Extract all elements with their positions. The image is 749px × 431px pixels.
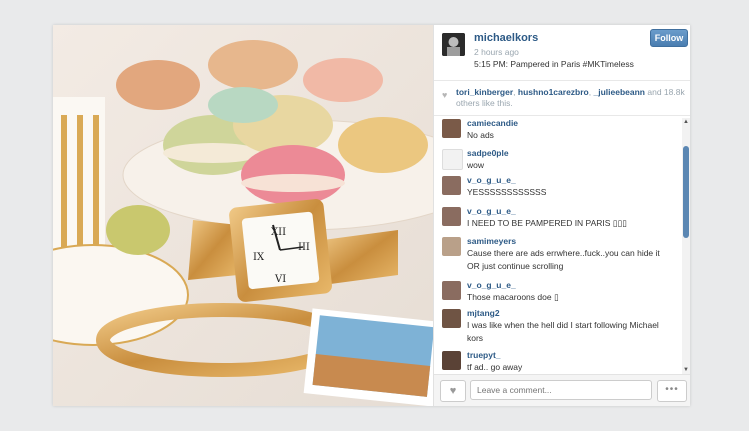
commenter-avatar[interactable] bbox=[442, 351, 461, 370]
commenter-avatar[interactable] bbox=[442, 207, 461, 226]
comments-list[interactable]: camiecandie No ads sadpe0ple wow v_o_g_u… bbox=[434, 116, 682, 374]
commenter-avatar[interactable] bbox=[442, 149, 463, 170]
comment-text: I NEED TO BE PAMPERED IN PARIS ▯▯▯ bbox=[467, 218, 627, 228]
comment-username[interactable]: samimeyers bbox=[467, 236, 516, 246]
comment-username[interactable]: v_o_g_u_e_ bbox=[467, 280, 516, 290]
like-button[interactable]: ♥ bbox=[440, 380, 466, 402]
scrollbar-thumb[interactable] bbox=[683, 146, 689, 238]
scroll-up-icon[interactable]: ▲ bbox=[682, 118, 690, 126]
comment-input[interactable] bbox=[470, 380, 652, 400]
owner-avatar[interactable] bbox=[442, 33, 465, 56]
liker-link[interactable]: _julieebeann bbox=[593, 87, 645, 97]
scroll-down-icon[interactable]: ▼ bbox=[682, 366, 690, 374]
comment-footer: ♥ ••• bbox=[434, 374, 690, 406]
commenter-avatar[interactable] bbox=[442, 237, 461, 256]
more-options-button[interactable]: ••• bbox=[657, 380, 687, 402]
watch-macarons-photo: IX III XII VI bbox=[53, 25, 433, 406]
owner-avatar-image bbox=[442, 33, 465, 56]
comments-scrollbar[interactable]: ▲ ▼ bbox=[682, 118, 690, 374]
likes-suffix: others like this. bbox=[456, 98, 513, 108]
heart-icon: ♥ bbox=[449, 385, 457, 397]
commenter-avatar[interactable] bbox=[442, 281, 461, 300]
likes-summary: ♥ tori_kinberger, hushno1carezbro, _juli… bbox=[434, 80, 690, 116]
more-options-icon: ••• bbox=[665, 384, 679, 395]
post-timestamp: 2 hours ago bbox=[474, 47, 519, 57]
follow-button[interactable]: Follow bbox=[650, 29, 688, 47]
comment-text: tf ad.. go away bbox=[467, 362, 523, 372]
liker-link[interactable]: hushno1carezbro bbox=[518, 87, 589, 97]
svg-text:IX: IX bbox=[253, 252, 265, 263]
comment-text: wow bbox=[467, 160, 485, 170]
comment-username[interactable]: sadpe0ple bbox=[467, 148, 509, 158]
post-sidebar: michaelkors 2 hours ago 5:15 PM: Pampere… bbox=[433, 25, 690, 406]
likers-text: tori_kinberger, hushno1carezbro, _juliee… bbox=[456, 87, 685, 108]
commenter-avatar[interactable] bbox=[442, 176, 461, 195]
commenter-avatar[interactable] bbox=[442, 119, 461, 138]
comment-text: Cause there are ads errwhere..fuck..you … bbox=[467, 248, 660, 271]
comment-username[interactable]: mjtang2 bbox=[467, 308, 500, 318]
comment-username[interactable]: v_o_g_u_e_ bbox=[467, 206, 516, 216]
likes-count[interactable]: and 18.8k bbox=[647, 87, 684, 97]
post-card: IX III XII VI michaelkors 2 hours ago 5:… bbox=[53, 25, 690, 406]
comment-text: YESSSSSSSSSSSS bbox=[467, 187, 547, 197]
comment-username[interactable]: truepyt_ bbox=[467, 350, 501, 360]
comment-text: No ads bbox=[467, 130, 494, 140]
svg-text:III: III bbox=[298, 242, 310, 253]
heart-icon: ♥ bbox=[442, 90, 448, 100]
liker-link[interactable]: tori_kinberger bbox=[456, 87, 513, 97]
comment-text: Those macaroons doe ▯ bbox=[467, 292, 559, 302]
post-header: michaelkors 2 hours ago 5:15 PM: Pampere… bbox=[434, 25, 690, 77]
comment-username[interactable]: camiecandie bbox=[467, 118, 518, 128]
owner-username[interactable]: michaelkors bbox=[474, 32, 538, 44]
svg-text:VI: VI bbox=[274, 274, 286, 285]
svg-text:XII: XII bbox=[271, 227, 286, 238]
post-caption: 5:15 PM: Pampered in Paris #MKTimeless bbox=[474, 59, 634, 69]
comment-text: I was like when the hell did I start fol… bbox=[467, 320, 659, 343]
post-photo[interactable]: IX III XII VI bbox=[53, 25, 433, 406]
commenter-avatar[interactable] bbox=[442, 309, 461, 328]
comment-username[interactable]: v_o_g_u_e_ bbox=[467, 175, 516, 185]
